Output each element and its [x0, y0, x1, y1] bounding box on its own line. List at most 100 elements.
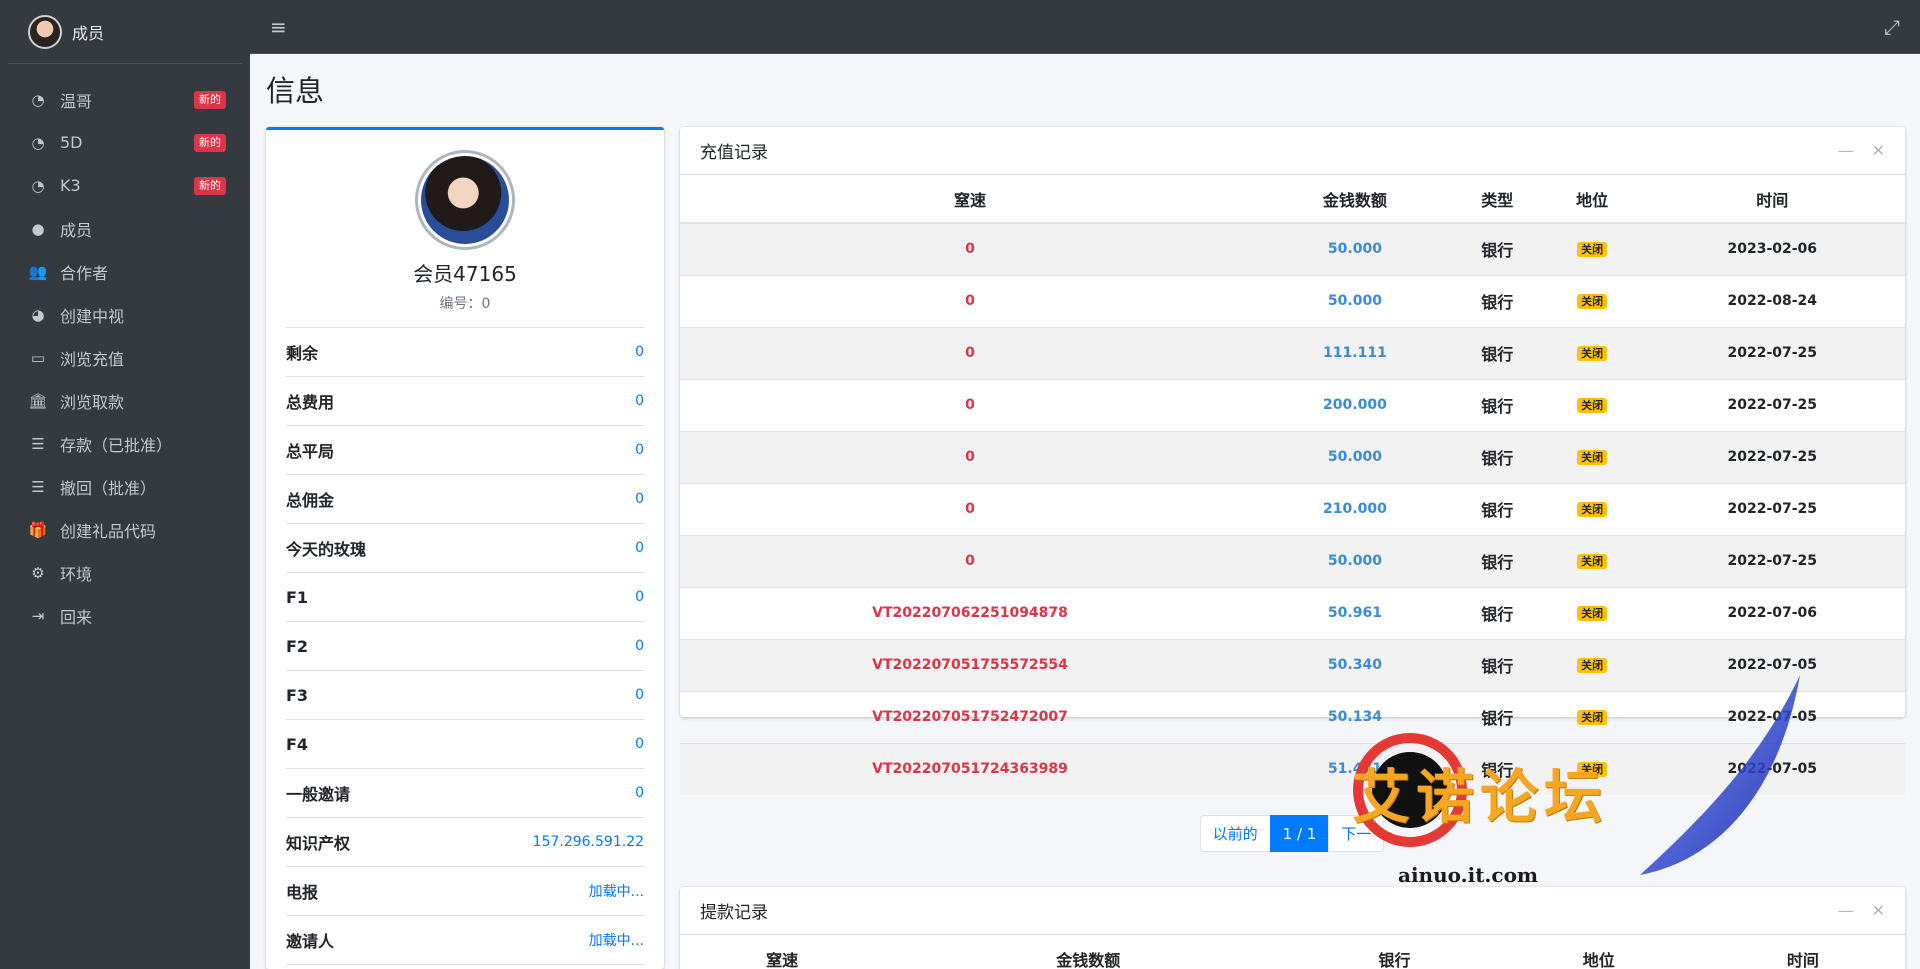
- recharge-card: 充值记录 — ✕ 窒速 金钱数额 类型 地位 时间 0 50.000 银行 关闭 2023-02…: [680, 127, 1905, 852]
- type-cell: 银行: [1449, 274, 1545, 327]
- sidebar-item[interactable]: ● 成员: [0, 207, 250, 250]
- order-id-cell: VT202207051752472007: [680, 690, 1261, 743]
- amount-cell: 50.961: [1260, 586, 1450, 639]
- status-badge: 关闭: [1577, 502, 1608, 517]
- status-badge: 关闭: [1577, 398, 1608, 413]
- sidebar-item[interactable]: ☰ 存款（已批准）: [0, 422, 250, 465]
- sidebar-item-label: 合作者: [60, 263, 109, 283]
- stat-label: 今天的玫瑰: [286, 540, 367, 559]
- sidebar-nav: ◔ 温哥 新的 ◔ 5D 新的 ◔ K3 新的 ● 成员 👥 合作者 ◕ 创建中视 ▭ 浏览充值 🏛 浏览取款 ☰ 存款…: [0, 78, 250, 637]
- order-id-cell: VT202207062251094878: [680, 586, 1261, 639]
- table-row: VT202207062251094878 50.961 银行 关闭 2022-07-06: [680, 586, 1905, 639]
- gift-icon: 🎁: [28, 520, 48, 539]
- sidebar-item[interactable]: ☰ 撤回（批准）: [0, 465, 250, 508]
- sidebar-item[interactable]: 👥 合作者: [0, 250, 250, 293]
- stat-row: 邀请人 加载中...: [286, 916, 644, 965]
- stat-row: 电报 加载中...: [286, 867, 644, 916]
- type-cell: 银行: [1449, 378, 1545, 431]
- order-id-cell: VT202207051724363989: [680, 742, 1261, 795]
- credit-card-icon: ▭: [30, 348, 46, 367]
- sidebar-item[interactable]: ▭ 浏览充值: [0, 336, 250, 379]
- column-header: 金钱数额: [884, 935, 1293, 969]
- stat-label: 剩余: [286, 344, 319, 363]
- order-id-cell: 0: [680, 326, 1261, 379]
- sidebar-item[interactable]: ◔ 5D 新的: [0, 121, 250, 164]
- new-badge: 新的: [194, 176, 226, 195]
- type-cell: 银行: [1449, 690, 1545, 743]
- sidebar-brand[interactable]: 成员: [8, 0, 242, 64]
- new-badge: 新的: [194, 90, 226, 109]
- new-badge: 新的: [194, 133, 226, 152]
- order-id-cell: VT202207051755572554: [680, 638, 1261, 691]
- amount-cell: 50.134: [1260, 690, 1450, 743]
- next-page-button[interactable]: 下一: [1328, 815, 1385, 852]
- type-cell: 银行: [1449, 482, 1545, 535]
- logout-icon: ⇥: [31, 606, 45, 625]
- content-area: 信息 会员47165 编号：0 剩余 0 总费用 0 总平局 0 总佣金 0 今天的玫瑰 0 F1 0…: [250, 54, 1920, 969]
- close-icon[interactable]: ✕: [1872, 901, 1885, 920]
- amount-cell: 50.000: [1260, 534, 1450, 587]
- order-id-cell: 0: [680, 534, 1261, 587]
- table-row: VT202207051724363989 51.471 银行 关闭 2022-07-05: [680, 742, 1905, 795]
- gauge-icon: ◔: [31, 90, 45, 109]
- top-navbar: ≡ ⤢: [250, 0, 1920, 54]
- sidebar-item[interactable]: ◕ 创建中视: [0, 293, 250, 336]
- table-row: 0 50.000 银行 关闭 2022-08-24: [680, 274, 1905, 327]
- fullscreen-icon[interactable]: ⤢: [1884, 15, 1900, 39]
- stat-row: F4 0: [286, 720, 644, 769]
- time-cell: 2022-07-25: [1639, 378, 1905, 431]
- sidebar-item-label: 5D: [60, 133, 83, 152]
- table-row: 0 50.000 银行 关闭 2022-07-25: [680, 430, 1905, 483]
- column-header: 地位: [1496, 935, 1701, 969]
- pie-chart-icon: ◕: [31, 305, 45, 324]
- sidebar: 成员 ◔ 温哥 新的 ◔ 5D 新的 ◔ K3 新的 ● 成员 👥 合作者 ◕ 创建中视 ▭ 浏览充值 🏛 浏览取款…: [0, 0, 250, 969]
- type-cell: 银行: [1449, 586, 1545, 639]
- status-badge: 关闭: [1577, 658, 1608, 673]
- status-cell: 关闭: [1544, 482, 1640, 535]
- sidebar-item-label: 浏览取款: [60, 392, 125, 412]
- gear-icon: ⚙: [31, 563, 45, 582]
- stat-label: F1: [286, 587, 309, 607]
- sidebar-item[interactable]: 🏛 浏览取款: [0, 379, 250, 422]
- amount-cell: 111.111: [1260, 326, 1450, 379]
- prev-page-button[interactable]: 以前的: [1199, 815, 1271, 852]
- amount-cell: 50.000: [1260, 222, 1450, 275]
- stat-value: 0: [635, 491, 644, 507]
- collapse-icon[interactable]: —: [1838, 141, 1854, 160]
- table-row: 0 111.111 银行 关闭 2022-07-25: [680, 326, 1905, 379]
- status-cell: 关闭: [1544, 638, 1640, 691]
- gauge-icon: ◔: [31, 176, 45, 195]
- time-cell: 2022-07-25: [1639, 430, 1905, 483]
- sidebar-item-label: 存款（已批准）: [60, 435, 173, 455]
- menu-toggle-icon[interactable]: ≡: [270, 15, 287, 39]
- sidebar-item[interactable]: ⚙ 环境: [0, 551, 250, 594]
- stat-row: 知识产权 157.296.591.22: [286, 818, 644, 867]
- time-cell: 2022-07-25: [1639, 534, 1905, 587]
- collapse-icon[interactable]: —: [1838, 901, 1854, 920]
- close-icon[interactable]: ✕: [1872, 141, 1885, 160]
- stat-label: 知识产权: [286, 834, 351, 853]
- stat-label: 邀请人: [286, 932, 335, 951]
- amount-cell: 200.000: [1260, 378, 1450, 431]
- sidebar-item-label: 温哥: [60, 91, 93, 111]
- sidebar-item[interactable]: 🎁 创建礼品代码: [0, 508, 250, 551]
- type-cell: 银行: [1449, 638, 1545, 691]
- recharge-table: 窒速 金钱数额 类型 地位 时间 0 50.000 银行 关闭 2023-02-06 0 50.00…: [680, 175, 1905, 795]
- column-header: 地位: [1544, 175, 1640, 224]
- sidebar-item[interactable]: ◔ 温哥 新的: [0, 78, 250, 121]
- amount-cell: 51.471: [1260, 742, 1450, 795]
- stat-row: F2 0: [286, 622, 644, 671]
- sidebar-item[interactable]: ⇥ 回来: [0, 594, 250, 637]
- sidebar-item-label: 回来: [60, 607, 93, 627]
- status-badge: 关闭: [1577, 554, 1608, 569]
- time-cell: 2022-07-05: [1639, 742, 1905, 795]
- stat-value: 157.296.591.22: [532, 834, 644, 850]
- time-cell: 2022-07-05: [1639, 690, 1905, 743]
- current-page-button[interactable]: 1 / 1: [1269, 815, 1330, 852]
- order-id-cell: 0: [680, 222, 1261, 275]
- status-cell: 关闭: [1544, 222, 1640, 275]
- table-row: 0 210.000 银行 关闭 2022-07-25: [680, 482, 1905, 535]
- stat-label: 一般邀请: [286, 785, 351, 804]
- status-badge: 关闭: [1577, 242, 1608, 258]
- sidebar-item[interactable]: ◔ K3 新的: [0, 164, 250, 207]
